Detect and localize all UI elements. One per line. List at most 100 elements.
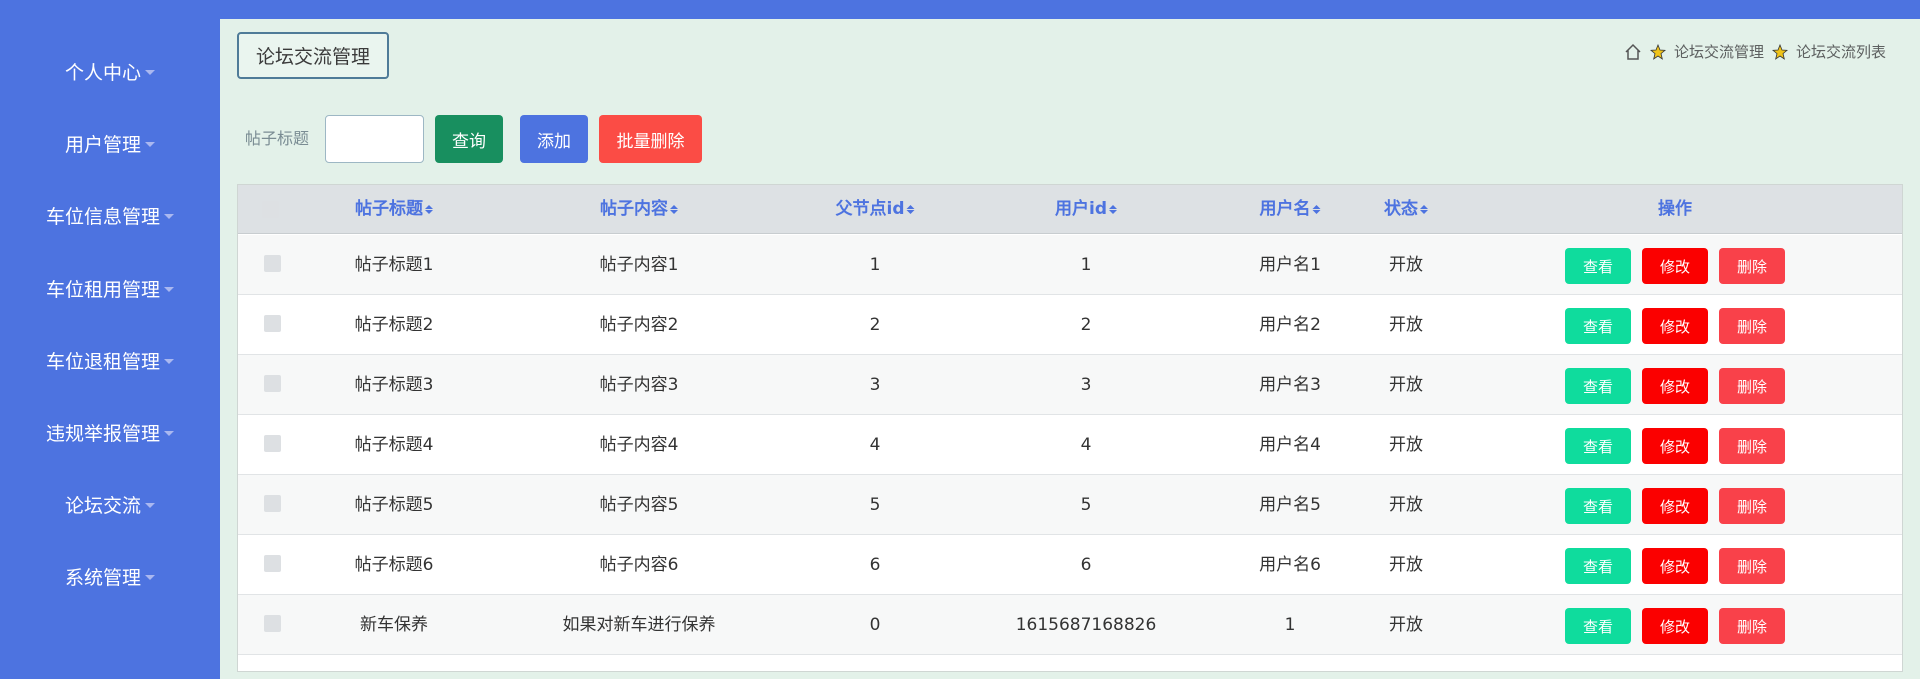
sidebar-item-violation-report[interactable]: 违规举报管理 [0,412,220,452]
query-button[interactable]: 查询 [435,115,503,163]
cell-status: 开放 [1389,435,1423,455]
caret-down-icon [145,141,155,147]
sidebar-item-label: 系统管理 [64,566,141,589]
row-checkbox[interactable] [264,315,281,332]
sidebar-item-label: 用户管理 [64,133,141,156]
edit-button[interactable]: 修改 [1642,368,1708,404]
breadcrumb-item[interactable]: 论坛交流列表 [1796,41,1886,62]
cell-title: 帖子标题1 [354,255,434,275]
view-button[interactable]: 查看 [1565,248,1631,284]
search-input[interactable] [325,115,424,163]
cell-title: 帖子标题2 [354,315,434,335]
cell-username: 用户名5 [1259,495,1321,515]
column-header-content[interactable]: 帖子内容 [600,185,678,234]
breadcrumb-item[interactable]: 论坛交流管理 [1674,41,1764,62]
cell-title: 帖子标题3 [354,375,434,395]
view-button[interactable]: 查看 [1565,548,1631,584]
sidebar-item-parking-return[interactable]: 车位退租管理 [0,340,220,380]
row-checkbox[interactable] [264,255,281,272]
edit-button[interactable]: 修改 [1642,488,1708,524]
column-header-username[interactable]: 用户名 [1260,185,1321,234]
caret-down-icon [145,502,155,508]
cell-content: 如果对新车进行保养 [562,615,716,635]
cell-content: 帖子内容2 [599,315,679,335]
delete-button[interactable]: 删除 [1719,488,1785,524]
table-row: 帖子标题2 帖子内容2 2 2 用户名2 开放 查看 修改 删除 [238,295,1902,355]
sidebar-item-label: 车位退租管理 [45,350,160,373]
delete-button[interactable]: 删除 [1719,608,1785,644]
cell-userid: 4 [1080,435,1092,455]
caret-down-icon [145,574,155,580]
view-button[interactable]: 查看 [1565,608,1631,644]
star-icon [1771,43,1788,60]
add-button[interactable]: 添加 [520,115,588,163]
batch-delete-button[interactable]: 批量删除 [599,115,702,163]
sidebar-item-label: 车位信息管理 [45,205,160,228]
view-button[interactable]: 查看 [1565,488,1631,524]
cell-content: 帖子内容6 [599,555,679,575]
sidebar-item-parking-info[interactable]: 车位信息管理 [0,195,220,235]
table-row: 帖子标题4 帖子内容4 4 4 用户名4 开放 查看 修改 删除 [238,415,1902,475]
edit-button[interactable]: 修改 [1642,608,1708,644]
cell-content: 帖子内容5 [599,495,679,515]
cell-username: 用户名4 [1259,435,1321,455]
page-title: 论坛交流管理 [237,32,390,79]
row-checkbox[interactable] [264,615,281,632]
column-header-userid[interactable]: 用户id [1055,185,1117,234]
delete-button[interactable]: 删除 [1719,428,1785,464]
sidebar-item-label: 个人中心 [64,61,141,84]
cell-username: 用户名6 [1259,555,1321,575]
sidebar: 个人中心 用户管理 车位信息管理 车位租用管理 车位退租管理 违规举报管理 论坛… [0,0,220,679]
row-checkbox[interactable] [264,495,281,512]
view-button[interactable]: 查看 [1565,368,1631,404]
cell-status: 开放 [1389,315,1423,335]
select-all-checkbox[interactable] [262,201,279,218]
cell-userid: 2 [1080,315,1092,335]
delete-button[interactable]: 删除 [1719,548,1785,584]
table-row: 帖子标题1 帖子内容1 1 1 用户名1 开放 查看 修改 删除 [238,235,1902,295]
sidebar-item-forum[interactable]: 论坛交流 [0,484,220,524]
cell-title: 帖子标题4 [354,435,434,455]
view-button[interactable]: 查看 [1565,428,1631,464]
sort-icon [1312,204,1321,214]
caret-down-icon [145,69,155,75]
cell-status: 开放 [1389,375,1423,395]
row-checkbox[interactable] [264,435,281,452]
delete-button[interactable]: 删除 [1719,368,1785,404]
cell-parentid: 5 [869,495,881,515]
row-checkbox[interactable] [264,555,281,572]
cell-content: 帖子内容4 [599,435,679,455]
column-header-actions: 操作 [1658,199,1692,219]
sidebar-item-system-management[interactable]: 系统管理 [0,556,220,596]
delete-button[interactable]: 删除 [1719,248,1785,284]
home-icon[interactable] [1624,43,1642,61]
view-button[interactable]: 查看 [1565,308,1631,344]
cell-status: 开放 [1389,615,1423,635]
cell-parentid: 3 [869,375,881,395]
delete-button[interactable]: 删除 [1719,308,1785,344]
column-header-title[interactable]: 帖子标题 [355,185,433,234]
cell-status: 开放 [1389,255,1423,275]
sort-icon [670,204,678,214]
cell-userid: 1 [1080,255,1092,275]
column-header-status[interactable]: 状态 [1384,185,1428,234]
column-header-parentid[interactable]: 父节点id [836,185,915,234]
edit-button[interactable]: 修改 [1642,428,1708,464]
sort-icon [1420,204,1428,214]
cell-title: 新车保养 [360,615,428,635]
table-row: 帖子标题5 帖子内容5 5 5 用户名5 开放 查看 修改 删除 [238,475,1902,535]
cell-parentid: 4 [869,435,881,455]
sort-icon [425,204,433,214]
sidebar-item-personal-center[interactable]: 个人中心 [0,51,220,91]
sidebar-item-user-management[interactable]: 用户管理 [0,123,220,163]
edit-button[interactable]: 修改 [1642,308,1708,344]
edit-button[interactable]: 修改 [1642,248,1708,284]
sidebar-item-parking-rental[interactable]: 车位租用管理 [0,268,220,308]
cell-content: 帖子内容3 [599,375,679,395]
cell-username: 用户名1 [1259,255,1321,275]
row-checkbox[interactable] [264,375,281,392]
edit-button[interactable]: 修改 [1642,548,1708,584]
search-label: 帖子标题 [245,129,310,148]
table-header: 帖子标题 帖子内容 父节点id 用户id 用户名 状态 操作 [238,185,1902,234]
top-bar [0,0,1920,19]
